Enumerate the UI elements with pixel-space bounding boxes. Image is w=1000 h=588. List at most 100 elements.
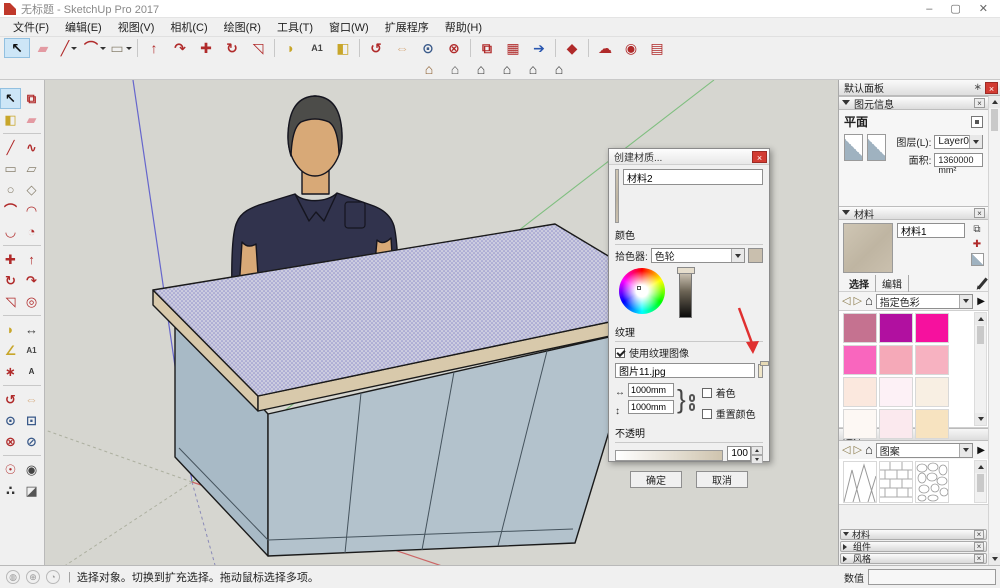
tray-header[interactable]: 默认面板 ∗ × xyxy=(839,80,1000,96)
arc-button[interactable]: ⌒ xyxy=(82,38,108,58)
push-pull-button[interactable]: ↑ xyxy=(141,38,167,58)
triangle-pattern[interactable] xyxy=(843,461,877,503)
tape-measure-button[interactable]: ◗ xyxy=(0,319,21,340)
entity-visibility-icon[interactable] xyxy=(971,116,983,128)
use-texture-checkbox[interactable] xyxy=(615,348,625,358)
tray-close-button[interactable]: × xyxy=(985,82,998,94)
move-button[interactable]: ✚ xyxy=(0,249,21,270)
color-swatch[interactable] xyxy=(843,377,877,407)
tape-measure-button[interactable]: ◗ xyxy=(278,38,304,58)
menu-item[interactable]: 相机(C) xyxy=(163,18,214,36)
color-swatch[interactable] xyxy=(843,313,877,343)
tab-edit[interactable]: 编辑 xyxy=(876,275,909,292)
section-plane-button[interactable]: ◪ xyxy=(21,480,42,501)
color-swatch[interactable] xyxy=(879,313,913,343)
geolocation-status-icon[interactable]: ◍ xyxy=(6,570,20,584)
texture-image-input[interactable] xyxy=(615,363,755,378)
color-swatch[interactable] xyxy=(843,345,877,375)
select-button[interactable]: ↖ xyxy=(4,38,30,58)
close-button[interactable]: ✕ xyxy=(979,2,988,16)
rotate-button[interactable]: ↻ xyxy=(219,38,245,58)
dialog-titlebar[interactable]: 创建材质... × xyxy=(609,149,769,165)
position-camera-button[interactable]: ☉ xyxy=(0,459,21,480)
scrollbar-thumb[interactable] xyxy=(977,474,984,492)
get-models-cloud-button[interactable]: ☁ xyxy=(592,38,618,58)
opacity-value-input[interactable] xyxy=(727,446,751,461)
text-button[interactable]: A1 xyxy=(304,38,330,58)
zoom-button[interactable]: ⊙ xyxy=(0,410,21,431)
color-swatch[interactable] xyxy=(843,409,877,439)
menu-item[interactable]: 扩展程序 xyxy=(378,18,436,36)
texture-width-input[interactable] xyxy=(628,383,674,397)
send-to-layout-button[interactable]: ▤ xyxy=(644,38,670,58)
entity-info-panel-header[interactable]: 图元信息 × xyxy=(839,96,988,110)
scrollbar-thumb[interactable] xyxy=(977,326,984,344)
rectangle-button[interactable]: ▭ xyxy=(108,38,134,58)
spin-up-icon[interactable] xyxy=(751,446,763,455)
aspect-lock-icon[interactable] xyxy=(689,383,695,421)
home-icon[interactable]: ⌂ xyxy=(865,444,873,456)
entity-info-close-button[interactable]: × xyxy=(974,98,985,108)
tab-select[interactable]: 选择 xyxy=(843,275,876,292)
value-slider[interactable] xyxy=(679,270,692,318)
panel-close-button[interactable]: × xyxy=(974,530,984,539)
swatch-scrollbar[interactable] xyxy=(974,312,987,426)
layer-dropdown[interactable]: Layer0 xyxy=(934,135,983,149)
scroll-down-icon[interactable] xyxy=(989,553,1000,565)
model-warehouse-button[interactable]: ▦ xyxy=(500,38,526,58)
color-swatch[interactable] xyxy=(879,377,913,407)
follow-me-button[interactable]: ↷ xyxy=(167,38,193,58)
zoom-extents-button[interactable]: ⊗ xyxy=(441,38,467,58)
pattern-collection-dropdown[interactable]: 图案 xyxy=(876,443,974,458)
tray-scrollbar[interactable] xyxy=(988,96,1000,565)
look-around-button[interactable]: ◉ xyxy=(21,459,42,480)
eraser-button[interactable]: ▰ xyxy=(21,109,42,130)
front-face-swatch[interactable] xyxy=(844,134,863,161)
texture-height-input[interactable] xyxy=(628,400,674,414)
menu-item[interactable]: 视图(V) xyxy=(111,18,162,36)
create-material-icon[interactable]: ✚ xyxy=(970,238,984,250)
pan-button[interactable]: ⇔ xyxy=(21,389,42,410)
material-name-field[interactable] xyxy=(897,223,965,238)
scroll-down-icon[interactable] xyxy=(975,413,986,425)
scrollbar-thumb[interactable] xyxy=(991,109,998,131)
collapse-triangle-icon[interactable] xyxy=(843,532,849,539)
collection-dropdown[interactable]: 指定色彩 xyxy=(876,294,974,309)
value-slider-handle[interactable] xyxy=(677,267,695,274)
color-wheel[interactable] xyxy=(619,268,665,314)
view-left-button[interactable]: ⌂ xyxy=(520,59,546,79)
two-point-arc-button[interactable]: ◠ xyxy=(21,200,42,221)
select-button[interactable]: ↖ xyxy=(0,88,21,109)
move-button[interactable]: ✚ xyxy=(193,38,219,58)
follow-me-button[interactable]: ↷ xyxy=(21,270,42,291)
arc-button[interactable]: ⌒ xyxy=(0,200,21,221)
rectangle-button[interactable]: ▭ xyxy=(0,158,21,179)
zoom-button[interactable]: ⊙ xyxy=(415,38,441,58)
collapse-triangle-icon[interactable] xyxy=(843,544,850,550)
view-iso-button[interactable]: ⌂ xyxy=(416,59,442,79)
color-swatch[interactable] xyxy=(915,409,949,439)
menu-item[interactable]: 文件(F) xyxy=(6,18,56,36)
dimensions-button[interactable]: ↔ xyxy=(21,319,42,340)
dialog-close-button[interactable]: × xyxy=(752,151,767,163)
rotate-button[interactable]: ↻ xyxy=(0,270,21,291)
pan-button[interactable]: ⇔ xyxy=(389,38,415,58)
materials-close-button[interactable]: × xyxy=(974,208,985,218)
panel-close-button[interactable]: × xyxy=(974,542,984,551)
sample-paint-eyedropper-icon[interactable] xyxy=(977,278,988,290)
picker-dropdown[interactable]: 色轮 xyxy=(651,248,745,263)
zoom-window-button[interactable]: ⊡ xyxy=(21,410,42,431)
back-face-swatch[interactable] xyxy=(867,134,886,161)
materials-panel-header[interactable]: 材料 × xyxy=(839,206,988,220)
collapse-triangle-icon[interactable] xyxy=(843,556,850,562)
secondary-pane-icon[interactable]: ⧉ xyxy=(970,223,984,235)
panel-close-button[interactable]: × xyxy=(974,554,984,563)
opacity-spinner[interactable] xyxy=(751,446,763,464)
view-right-button[interactable]: ⌂ xyxy=(546,59,572,79)
maximize-button[interactable]: ▢ xyxy=(950,2,960,16)
dropdown-caret-icon[interactable] xyxy=(959,444,972,457)
tray-panel-components[interactable]: 组件× xyxy=(840,541,987,552)
three-d-text-button[interactable]: A xyxy=(21,361,42,382)
opacity-slider[interactable] xyxy=(615,450,723,461)
share-component-button[interactable]: ⧉ xyxy=(474,38,500,58)
